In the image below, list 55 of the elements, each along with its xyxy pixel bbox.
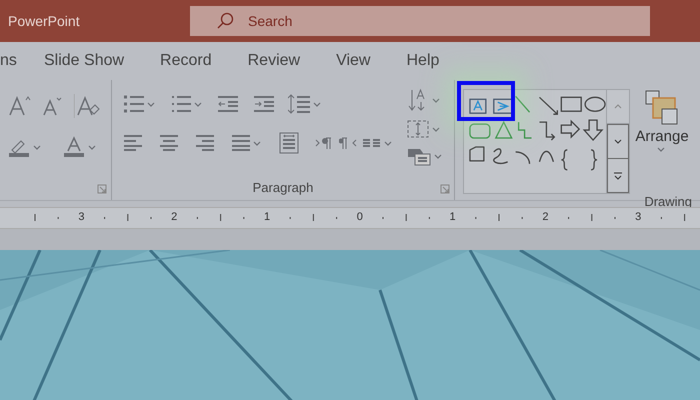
scroll-down-icon[interactable] [614, 139, 622, 144]
app-title: PowerPoint [8, 13, 81, 29]
group-label: Paragraph [252, 180, 314, 197]
caret-icon[interactable] [384, 140, 392, 146]
increase-indent-icon[interactable] [254, 95, 274, 113]
align-text-icon[interactable] [407, 118, 429, 140]
numbering-icon[interactable] [171, 95, 191, 113]
group-label: Drawing [644, 194, 692, 209]
caret-icon[interactable] [656, 147, 664, 152]
line-spacing-icon[interactable] [288, 94, 310, 114]
dialog-launcher-icon[interactable] [97, 184, 107, 194]
ruler-label: 0 [356, 211, 363, 223]
caret-icon[interactable] [33, 144, 41, 150]
align-center-icon[interactable] [160, 135, 178, 151]
ruler-label: 3 [78, 211, 84, 223]
ruler-label: 2 [542, 211, 548, 223]
justify-icon[interactable] [232, 135, 250, 151]
decrease-indent-icon[interactable] [218, 95, 238, 113]
grow-font-icon[interactable] [8, 94, 32, 118]
columns-icon[interactable] [279, 132, 299, 154]
clear-formatting-icon[interactable] [74, 94, 100, 118]
caret-icon[interactable] [432, 126, 440, 132]
caret-icon[interactable] [147, 102, 155, 106]
left-to-right-icon[interactable] [315, 136, 333, 150]
ruler-label: 2 [171, 211, 178, 223]
ruler-label: 1 [264, 211, 270, 223]
caret-icon[interactable] [88, 144, 96, 150]
caret-icon[interactable] [432, 98, 440, 102]
arrange-icon [645, 90, 679, 126]
caret-icon[interactable] [194, 102, 202, 106]
dialog-launcher-icon[interactable] [440, 184, 450, 194]
ribbon-tab[interactable]: Slide Show [44, 52, 140, 70]
caret-icon[interactable] [434, 154, 442, 158]
ribbon-tab[interactable]: Record [160, 52, 228, 70]
right-to-left-icon[interactable] [339, 136, 357, 150]
search-icon [216, 12, 234, 30]
align-right-icon[interactable] [196, 135, 214, 151]
ruler-label: 1 [450, 211, 456, 223]
ribbon-tab[interactable]: View [336, 52, 386, 70]
columns-list-icon[interactable] [363, 138, 381, 148]
font-color-icon[interactable] [63, 136, 85, 158]
caret-icon[interactable] [253, 140, 261, 146]
align-left-icon[interactable] [124, 135, 142, 151]
ribbon-tab[interactable]: ns [0, 52, 44, 70]
smartart-icon[interactable] [407, 146, 431, 166]
ribbon-tab[interactable]: Help [406, 52, 456, 70]
ruler-label: 3 [635, 211, 642, 223]
bullets-icon[interactable] [124, 95, 144, 113]
arrange-button[interactable]: Arrange [630, 80, 694, 194]
caret-icon[interactable] [313, 102, 321, 106]
ribbon-tab[interactable]: Review [248, 52, 316, 70]
highlight-frame [457, 81, 515, 121]
search-field[interactable]: Search [190, 6, 650, 36]
more-icon[interactable] [613, 172, 623, 180]
scroll-up-icon[interactable] [614, 104, 622, 109]
